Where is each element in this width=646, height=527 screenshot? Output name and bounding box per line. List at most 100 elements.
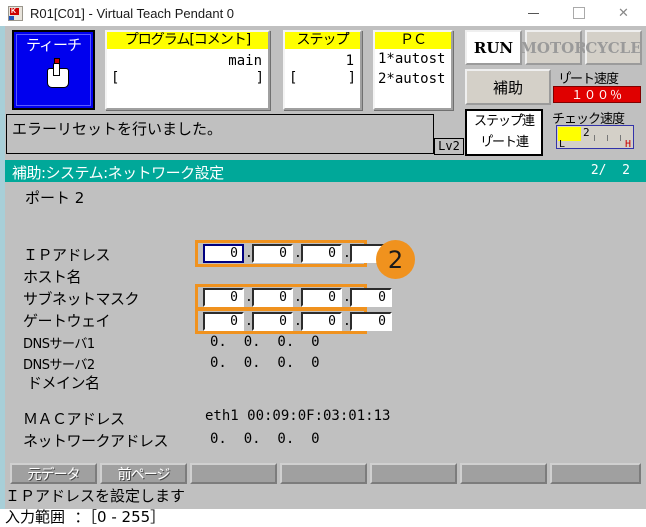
repeat-speed-bar: １００％ (553, 86, 641, 103)
check-speed-gauge[interactable]: 2 L H (556, 125, 634, 150)
subnet-octet-2-value: 0 (279, 290, 287, 305)
ip-separator-1: . (245, 246, 253, 261)
function-button-bar: 元データ 前ページ (5, 463, 646, 485)
subnet-octet-4[interactable]: 0 (350, 288, 392, 307)
subnet-octet-3[interactable]: 0 (301, 288, 342, 307)
step-value: 1 (345, 53, 354, 69)
value-dns-server-1: 0. 0. 0. 0 (210, 334, 320, 350)
gateway-octet-1-value: 0 (230, 314, 238, 329)
step-badge: 2 (376, 240, 415, 279)
ip-octet-3[interactable]: 0 (301, 244, 342, 263)
gateway-octet-4-value: 0 (378, 314, 386, 329)
gateway-separator-3: . (343, 314, 351, 329)
screen-header: 補助:システム:ネットワーク設定 2/ 2 (5, 160, 646, 182)
step-panel[interactable]: ステップ゚ 1 [ ] (283, 30, 362, 110)
subnet-octet-1[interactable]: 0 (203, 288, 244, 307)
message-box: エラーリセットを行いました。 (6, 114, 434, 154)
cycle-lamp[interactable]: CYCLE (585, 30, 642, 65)
pc-line-1: 1*autost (378, 51, 446, 67)
gateway-octet-4[interactable]: 0 (350, 312, 392, 331)
value-dns-server-2: 0. 0. 0. 0 (210, 355, 320, 371)
fbtn-3[interactable] (190, 463, 277, 484)
run-lamp-label: RUN (473, 38, 514, 57)
virtual-teach-pendant-window: K R01[C01] - Virtual Teach Pendant 0 ✕ テ… (0, 0, 646, 526)
fbtn-5[interactable] (370, 463, 457, 484)
check-speed-high-label: H (624, 139, 631, 150)
subnet-octet-4-value: 0 (378, 290, 386, 305)
motor-lamp-label: MOTOR (520, 38, 587, 57)
subnet-octet-1-value: 0 (230, 290, 238, 305)
ip-octet-1-value: 0 (230, 246, 238, 261)
subnet-separator-1: . (245, 290, 253, 305)
motor-lamp[interactable]: MOTOR (520, 30, 587, 65)
ip-octet-2-value: 0 (279, 246, 287, 261)
gateway-octet-1[interactable]: 0 (203, 312, 244, 331)
subnet-separator-3: . (343, 290, 351, 305)
message-level-badge: Lv2 (434, 138, 464, 155)
pc-header: ＰＣ (375, 32, 451, 49)
subnet-separator-2: . (294, 290, 302, 305)
check-speed-value: 2 (583, 126, 590, 139)
check-speed-low-label: L (559, 139, 566, 150)
run-lamp[interactable]: RUN (465, 30, 522, 65)
cycle-lamp-label: CYCLE (585, 38, 642, 57)
label-domain-name: ドメイン名 (27, 374, 100, 392)
label-network-address: ネットワークアドレス (23, 432, 169, 450)
label-ip-address: ＩＰアドレス (23, 246, 111, 264)
fbtn-7[interactable] (550, 463, 641, 484)
repeat-continuous-label: リ゚ート連 (479, 135, 529, 150)
network-settings-form: ポート 2 ＩＰアドレス ホスト名 サブネットマスク ゲートウェイ DNSサーバ… (5, 182, 646, 459)
message-text: エラーリセットを行いました。 (12, 120, 223, 138)
gateway-octet-3-value: 0 (328, 314, 336, 329)
port-label: ポート 2 (25, 189, 85, 207)
gateway-separator-2: . (294, 314, 302, 329)
gateway-octet-2-value: 0 (279, 314, 287, 329)
step-bracket-right: ] (347, 70, 356, 86)
page-title: 補助:システム:ネットワーク設定 (12, 164, 224, 182)
teach-mode-button[interactable]: ティーチ (12, 30, 95, 110)
pendant-body: ティーチ プログラム[コメント] main [ ] ステップ゚ 1 [ ] ＰＣ… (0, 26, 646, 526)
maximize-button[interactable] (556, 0, 601, 26)
ip-separator-3: . (343, 246, 351, 261)
value-network-address: 0. 0. 0. 0 (210, 431, 320, 447)
step-header: ステップ゚ (285, 32, 360, 49)
subnet-octet-3-value: 0 (328, 290, 336, 305)
gateway-octet-3[interactable]: 0 (301, 312, 342, 331)
aux-button-label: 補助 (492, 78, 523, 97)
fbtn-6[interactable] (460, 463, 547, 484)
aux-button[interactable]: 補助 (465, 69, 551, 105)
window-controls: ✕ (511, 0, 646, 26)
gateway-octet-2[interactable]: 0 (252, 312, 293, 331)
step-comment: [ ] (285, 70, 360, 86)
page-indicator: 2/ 2 (590, 163, 630, 178)
window-title: R01[C01] - Virtual Teach Pendant 0 (30, 5, 235, 21)
program-comment: [ ] (107, 70, 268, 86)
ip-octet-2[interactable]: 0 (252, 244, 293, 263)
gateway-separator-1: . (245, 314, 253, 329)
program-bracket-left: [ (111, 70, 120, 86)
status-line-1: ＩＰアドレスを設定します (5, 487, 186, 505)
minimize-button[interactable] (511, 0, 556, 26)
program-value: main (228, 53, 262, 69)
fbtn-original-data-label: 元データ (27, 466, 81, 483)
ip-octet-3-value: 0 (328, 246, 336, 261)
program-header: プログラム[コメント] (107, 32, 268, 49)
fbtn-4[interactable] (280, 463, 367, 484)
teach-mode-label: ティーチ (25, 36, 82, 54)
label-subnet-mask: サブネットマスク (23, 290, 140, 308)
close-icon[interactable]: ✕ (601, 0, 646, 26)
fbtn-prev-page[interactable]: 前ページ (100, 463, 187, 484)
subnet-octet-2[interactable]: 0 (252, 288, 293, 307)
ip-octet-1[interactable]: 0 (203, 244, 244, 263)
label-dns-server-2: DNSサーバ2 (23, 358, 95, 373)
label-host-name: ホスト名 (23, 268, 82, 286)
status-line-2: 入力範囲 ：［0 - 255］ (5, 508, 166, 526)
label-mac-address: ＭＡＣアドレス (23, 410, 125, 428)
window-titlebar: K R01[C01] - Virtual Teach Pendant 0 ✕ (0, 0, 646, 27)
fbtn-original-data[interactable]: 元データ (10, 463, 97, 484)
program-panel[interactable]: プログラム[コメント] main [ ] (105, 30, 270, 110)
repeat-speed-caption: リ゚ート速度 (558, 72, 619, 87)
step-bracket-left: [ (289, 70, 298, 86)
run-mode-box[interactable]: ステップ゚連 リ゚ート連 (465, 109, 543, 156)
pc-panel[interactable]: ＰＣ 1*autost 2*autost (373, 30, 453, 110)
